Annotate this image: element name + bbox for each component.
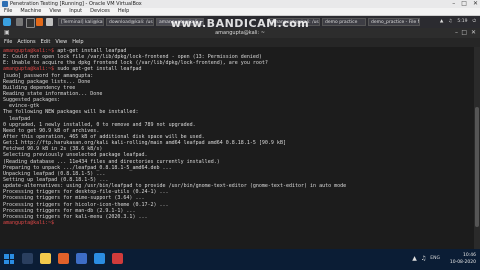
shell-prompt: amangupta@kali:~$ [3, 66, 55, 73]
vm-menu-machine[interactable]: Machine [16, 8, 45, 15]
terminal-line-text [54, 220, 57, 226]
terminal-line-text: (Reading database ... 11e434 files and d… [3, 158, 220, 165]
bandicam-taskbar-icon[interactable] [112, 253, 123, 264]
kali-menu-icon[interactable] [3, 18, 11, 26]
terminal-line-text: Unpacking leafpad (0.8.18.1-5) ... [3, 170, 106, 177]
close-icon[interactable]: ✕ [473, 0, 478, 8]
scrollbar-thumb[interactable] [475, 107, 479, 227]
terminal-maximize-icon[interactable]: □ [461, 28, 467, 38]
term-menu-edit[interactable]: Edit [41, 38, 56, 47]
host-taskbar: ▲ ♫ ENG 10:46 10-08-2020 [0, 249, 480, 270]
terminal-line-text: Reading state information... Done [3, 90, 103, 97]
term-menu-file[interactable]: File [4, 38, 17, 47]
terminal-line-text: Processing triggers for hicolor-icon-the… [3, 201, 169, 208]
minimize-icon[interactable]: – [452, 0, 455, 8]
network-icon[interactable]: ▲ [440, 18, 443, 26]
text-editor-icon[interactable] [46, 18, 53, 26]
terminal-line-text: [sudo] password for amangupta: [3, 72, 94, 79]
vm-window-title: Penetration Testing [Running] - Oracle V… [10, 1, 142, 7]
terminal-line-text: Processing triggers for man-db (2.9.1-1)… [3, 207, 136, 214]
lang-indicator[interactable]: ENG [430, 255, 440, 262]
vm-menu-bar: File Machine View Input Devices Help [0, 8, 480, 16]
terminal-line-text: After this operation, 465 kB of addition… [3, 133, 205, 140]
terminal-line-text: The following NEW packages will be insta… [3, 109, 139, 116]
terminal-line-text: E: Unable to acquire the dpkg frontend l… [3, 60, 268, 67]
host-tray: ▲ ♫ ENG [412, 255, 440, 262]
terminal-line-text: Preparing to unpack .../leafpad_0.8.18.1… [3, 164, 172, 171]
terminal-line-text: Fetched 90.9 kB in 2s (38.6 kB/s) [3, 146, 103, 153]
search-icon[interactable] [22, 253, 33, 264]
host-clock[interactable]: 10:46 10-08-2020 [450, 252, 476, 266]
maximize-icon[interactable]: □ [461, 0, 467, 8]
terminal-line-text: leafpad [3, 115, 31, 122]
vm-menu-help[interactable]: Help [114, 8, 133, 15]
terminal-line-text: sudo apt-get install leafpad [54, 66, 142, 73]
virtualbox-taskbar-icon[interactable] [76, 253, 87, 264]
terminal-line-text: Reading package lists... Done [3, 78, 91, 85]
terminal-close-icon[interactable]: ✕ [471, 28, 476, 38]
terminal-line-text: evince-gtk [3, 103, 40, 110]
shell-prompt: amangupta@kali:~$ [3, 48, 55, 54]
terminal-title-bar: amangupta@kali: ~ ▣ – □ ✕ [0, 28, 480, 38]
terminal-output[interactable]: amangupta@kali:~$ apt-get install leafpa… [0, 47, 474, 249]
terminal-title: amangupta@kali: ~ [215, 30, 265, 36]
panel-clock[interactable]: 5:19 [457, 18, 467, 26]
task-download[interactable]: download@kali: /usr/term... [106, 18, 154, 26]
vm-title-bar: Penetration Testing [Running] - Oracle V… [0, 0, 480, 8]
terminal-line-text: Processing triggers for mime-support (3.… [3, 195, 145, 202]
windows-start-icon[interactable] [4, 254, 14, 264]
terminal-line-text: Processing triggers for desktop-file-uti… [3, 189, 169, 196]
term-menu-actions[interactable]: Actions [17, 38, 40, 47]
terminal-line-text: 0 upgraded, 1 newly installed, 0 to remo… [3, 121, 196, 128]
terminal-line-text: Get:1 http://ftp.harukasan.org/kali kali… [3, 140, 286, 147]
network-tray-icon[interactable]: ▲ [412, 255, 417, 262]
term-menu-help[interactable]: Help [72, 38, 88, 47]
vm-menu-input[interactable]: Input [65, 8, 86, 15]
window-controls: – □ ✕ [452, 0, 478, 8]
terminal-line-text: Selecting previously unselected package … [3, 152, 148, 159]
vm-menu-view[interactable]: View [45, 8, 65, 15]
terminal-app-icon: ▣ [4, 29, 10, 36]
chrome-icon[interactable] [58, 253, 69, 264]
terminal-scrollbar[interactable] [474, 47, 480, 249]
file-manager-icon[interactable] [16, 18, 23, 26]
terminal-line-text: Processing triggers for kali-menu (2020.… [3, 213, 148, 220]
terminal-line-text: Need to get 90.9 kB of archives. [3, 127, 100, 134]
terminal-line-text: Setting up leafpad (0.8.18.1-5) ... [3, 176, 109, 183]
panel-tray: ▲ ♫ 5:19 ⏻ [440, 18, 476, 26]
terminal-line-text: Suggested packages: [3, 97, 61, 104]
firefox-icon[interactable] [36, 18, 43, 26]
volume-icon[interactable]: ♫ [448, 18, 452, 26]
kali-top-panel: [Terminal] kali@kali download@kali: /usr… [0, 16, 480, 30]
terminal-line: amangupta@kali:~$ [3, 220, 471, 226]
terminal-line-text: update-alternatives: using /usr/bin/leaf… [3, 183, 347, 190]
vm-menu-devices[interactable]: Devices [86, 8, 114, 15]
vm-menu-file[interactable]: File [0, 8, 16, 15]
task-terminal[interactable]: [Terminal] kali@kali [58, 18, 104, 26]
shell-prompt: amangupta@kali:~$ [3, 219, 55, 226]
host-time: 10:46 [463, 253, 476, 258]
power-icon[interactable]: ⏻ [472, 18, 476, 26]
terminal-minimize-icon[interactable]: – [455, 28, 458, 38]
explorer-icon[interactable] [40, 253, 51, 264]
terminal-icon[interactable] [26, 18, 35, 28]
terminal-line-text: Building dependency tree [3, 84, 76, 91]
virtualbox-icon [2, 1, 8, 7]
speaker-tray-icon[interactable]: ♫ [421, 255, 426, 262]
terminal-menu-bar: File Actions Edit View Help [0, 38, 480, 47]
terminal-line-text: apt-get install leafpad [54, 48, 127, 54]
terminal-line-text: E: Could not open lock file /var/lib/dpk… [3, 54, 262, 61]
edge-icon[interactable] [94, 253, 105, 264]
task-file-manager[interactable]: demo_practice - File Ma... [368, 18, 420, 26]
term-menu-view[interactable]: View [55, 38, 72, 47]
host-date: 10-08-2020 [449, 260, 476, 265]
